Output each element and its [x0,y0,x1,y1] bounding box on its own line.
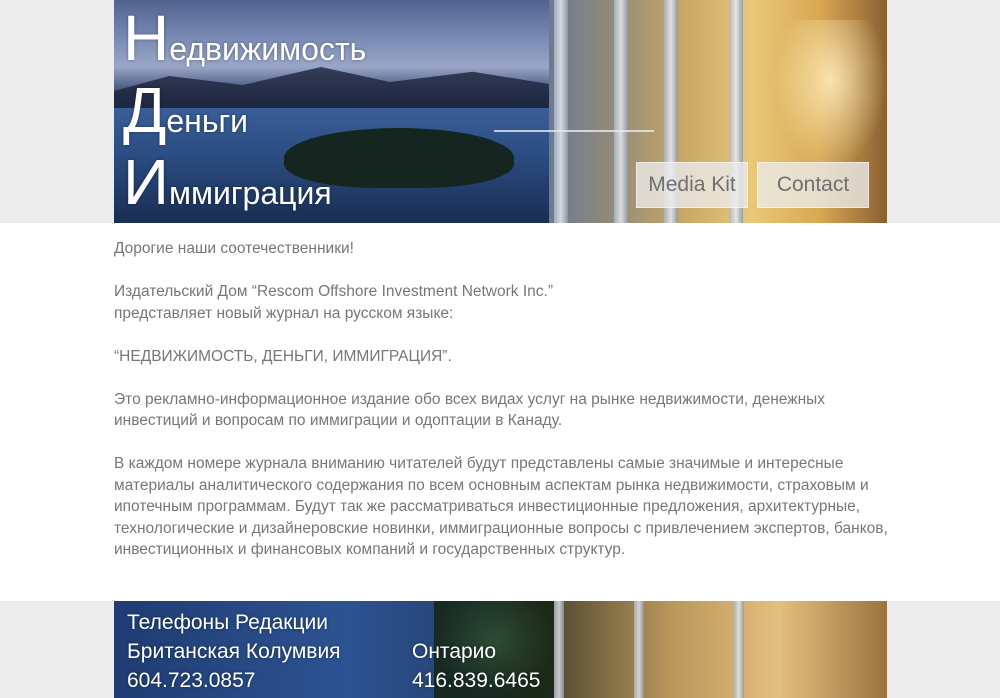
bc-region-label: Британская Колумвия [127,640,341,663]
title-word: еньги [166,103,249,139]
phones-heading: Телефоны Редакции [127,611,328,634]
about-paragraph: Это рекламно-информационное издание обо … [114,390,826,430]
footer-banner: Телефоны Редакции Британская Колумвия 60… [114,601,887,698]
footer-window-frame [634,601,644,698]
title-initial: И [123,146,169,218]
ontario-phone-number: 416.839.6465 [412,669,541,692]
title-line-immigration: Иммиграция [123,150,332,214]
banner-balcony-rail [494,130,654,223]
title-line-real-estate: Недвижимость [123,6,366,70]
title-line-money: Деньги [123,78,248,142]
title-word: ммиграция [169,175,332,211]
publisher-line: Издательский Дом “Rescom Offshore Invest… [114,283,553,300]
ontario-region-label: Онтарио [412,640,497,663]
magazine-name: “НЕДВИЖИМОСТЬ, ДЕНЬГИ, ИММИГРАЦИЯ”. [114,347,452,365]
bc-phone-number: 604.723.0857 [127,669,256,692]
greeting-text: Дорогие наши соотечественники! [114,240,354,257]
media-kit-button[interactable]: Media Kit [636,162,748,208]
issue-description-paragraph: В каждом номере журнала вниманию читател… [114,455,888,558]
banner-interior-light [774,20,887,170]
footer-window-frame [554,601,564,698]
main-content: Дорогие наши соотечественники! Издательс… [114,238,894,582]
title-initial: Д [123,74,167,146]
header-banner: Недвижимость Деньги Иммиграция Media Kit… [114,0,887,223]
contact-button[interactable]: Contact [757,162,869,208]
title-initial: Н [123,2,170,74]
footer-window-frame [734,601,744,698]
title-word: едвижимость [169,31,367,67]
publisher-line: представляет новый журнал на русском язы… [114,304,454,322]
